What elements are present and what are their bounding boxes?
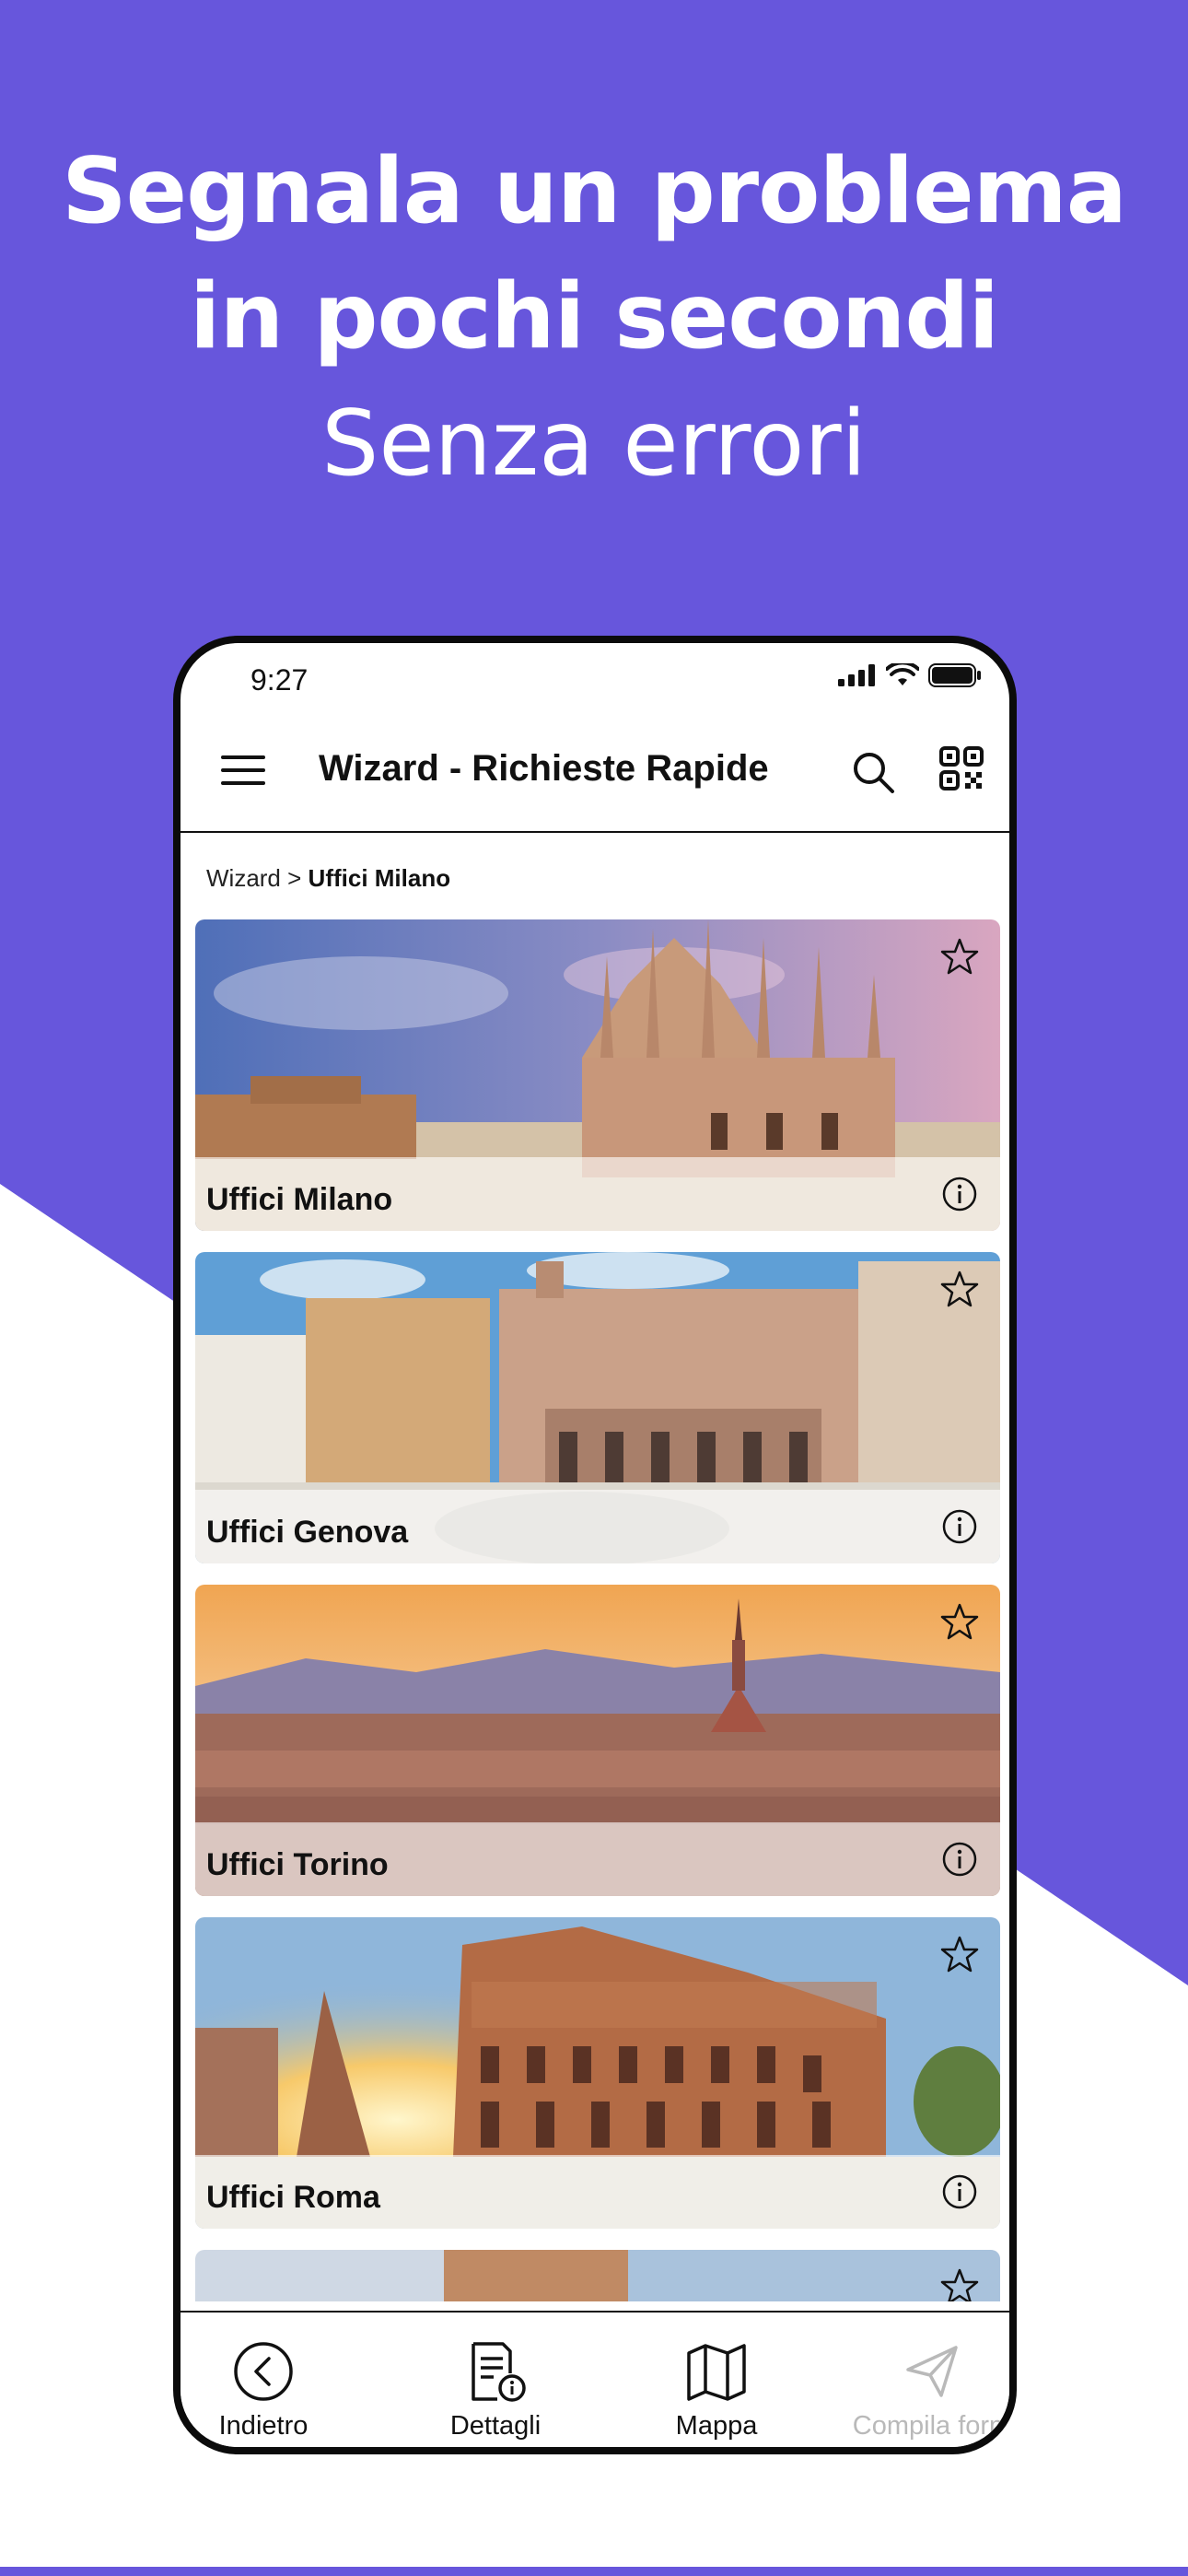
office-card-partial[interactable] <box>195 2250 1000 2301</box>
headline-subtitle: Senza errori <box>321 392 867 497</box>
office-card-list: Uffici Milano Uffici Genova Uffici Torin… <box>195 919 1000 2301</box>
office-card-genova[interactable]: Uffici Genova <box>195 1252 1000 1563</box>
office-card-title: Uffici Genova <box>206 1515 409 1550</box>
office-card-title: Uffici Torino <box>206 1847 389 1882</box>
nav-map-label: Mappa <box>675 2411 758 2441</box>
back-circle-icon <box>234 2342 293 2401</box>
breadcrumb-separator: > <box>280 864 309 892</box>
info-icon[interactable] <box>941 1176 978 1212</box>
favorite-star-icon[interactable] <box>939 2266 980 2301</box>
map-icon <box>687 2344 746 2401</box>
headline-line-1: Segnala un problema <box>62 139 1127 244</box>
breadcrumb-root-link[interactable]: Wizard <box>206 864 281 892</box>
phone-frame: 9:27 Wizard - Richieste Rapide Wizard > … <box>173 636 1017 2454</box>
battery-icon <box>928 663 981 687</box>
wifi-icon <box>886 663 919 685</box>
cellular-signal-icon <box>838 664 875 686</box>
office-card-torino[interactable]: Uffici Torino <box>195 1585 1000 1896</box>
headline-line-2: in pochi secondi <box>189 264 999 369</box>
qr-code-scanner-icon[interactable] <box>938 744 985 792</box>
office-card-title: Uffici Roma <box>206 2180 380 2215</box>
office-card-roma[interactable]: Uffici Roma <box>195 1917 1000 2229</box>
nav-back-button[interactable]: Indietro <box>181 2340 346 2441</box>
favorite-star-icon[interactable] <box>939 1269 980 1309</box>
favorite-star-icon[interactable] <box>939 1601 980 1642</box>
app-title: Wizard - Richieste Rapide <box>319 748 769 789</box>
info-icon[interactable] <box>941 2173 978 2210</box>
send-paper-plane-icon <box>906 2346 958 2397</box>
nav-details-label: Dettagli <box>449 2411 542 2441</box>
bottom-navigation: Indietro Dettagli Mappa Compila form <box>181 2311 1009 2447</box>
breadcrumb: Wizard > Uffici Milano <box>206 864 450 893</box>
nav-fill-form-label: Compila form <box>852 2411 1012 2441</box>
breadcrumb-current: Uffici Milano <box>308 864 451 892</box>
nav-back-label: Indietro <box>218 2411 309 2441</box>
status-bar: 9:27 <box>181 643 1009 717</box>
menu-hamburger-icon[interactable] <box>219 746 267 794</box>
info-icon[interactable] <box>941 1508 978 1545</box>
promo-headline: Segnala un problema in pochi secondi Sen… <box>0 129 1188 509</box>
search-icon[interactable] <box>849 748 897 796</box>
status-icons <box>838 663 982 687</box>
nav-details-button[interactable]: Dettagli <box>413 2340 578 2441</box>
app-bar: Wizard - Richieste Rapide <box>181 717 1009 833</box>
office-card-milano[interactable]: Uffici Milano <box>195 919 1000 1231</box>
nav-fill-form-button[interactable]: Compila form <box>840 2340 1012 2441</box>
status-time: 9:27 <box>250 663 309 697</box>
favorite-star-icon[interactable] <box>939 1934 980 1974</box>
favorite-star-icon[interactable] <box>939 936 980 977</box>
background-bottom-strip <box>0 2567 1188 2576</box>
info-icon[interactable] <box>941 1841 978 1878</box>
nav-map-button[interactable]: Mappa <box>634 2340 799 2441</box>
partial-card-image <box>195 2250 1000 2301</box>
details-document-icon <box>472 2342 526 2402</box>
office-card-title: Uffici Milano <box>206 1182 393 1217</box>
